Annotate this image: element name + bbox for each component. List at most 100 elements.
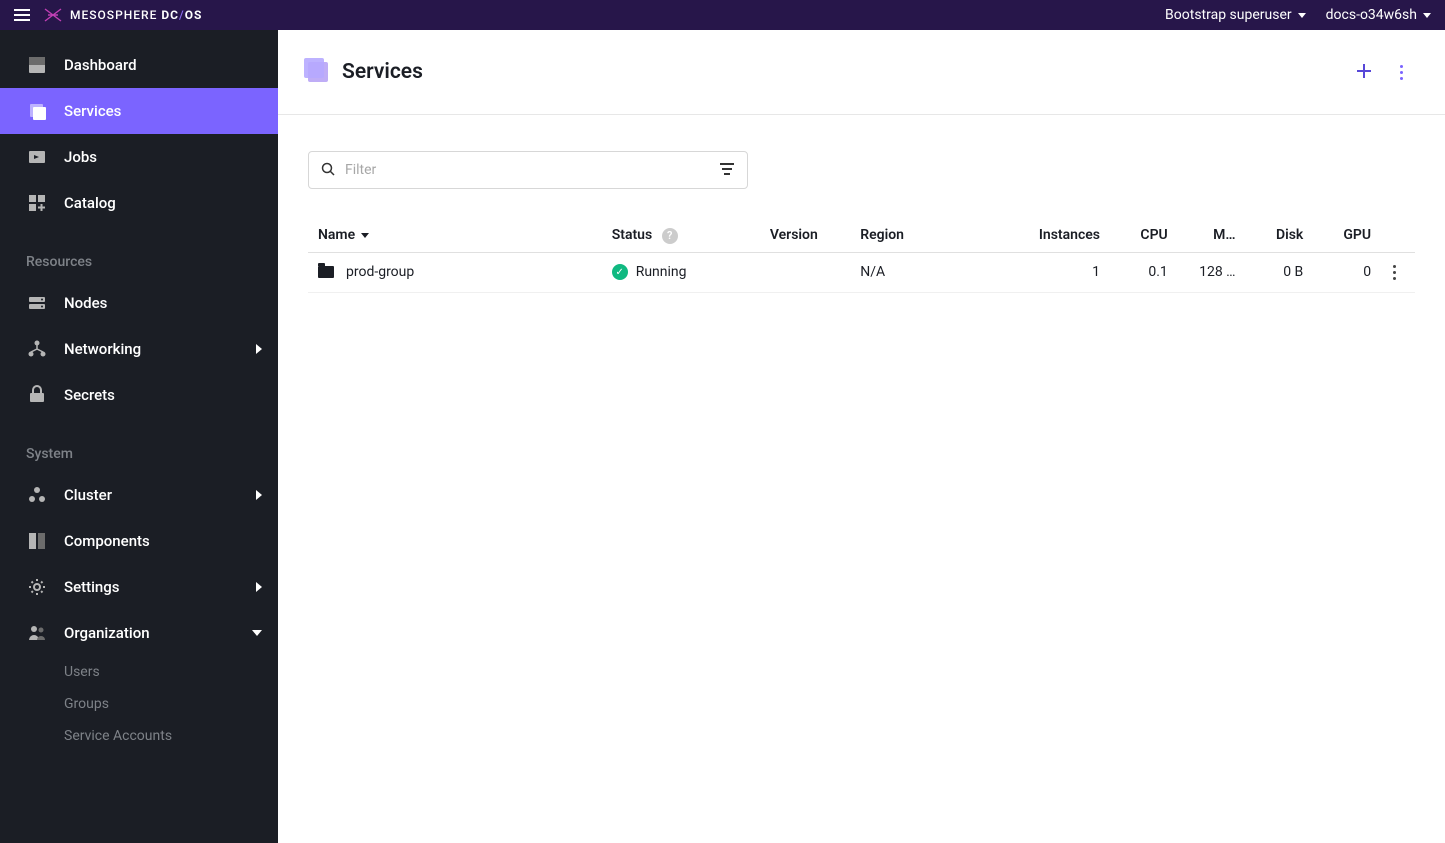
brand-logo-icon	[44, 8, 62, 22]
folder-icon	[318, 266, 334, 278]
sidebar-item-label: Jobs	[64, 148, 97, 166]
sidebar: Dashboard Services Jobs Catalog Resource…	[0, 30, 278, 843]
page-actions-menu[interactable]	[1398, 63, 1405, 82]
kebab-icon	[1398, 63, 1405, 82]
sidebar-item-label: Services	[64, 102, 121, 120]
funnel-icon	[719, 162, 735, 176]
table-row[interactable]: prod-group ✓ Running N/A 1 0.1	[308, 252, 1415, 292]
topbar-right: Bootstrap superuser docs-o34w6sh	[1165, 7, 1431, 23]
brand-text-3: OS	[185, 8, 203, 22]
topbar-left: MESOSPHERE DC/OS	[14, 8, 202, 22]
service-name[interactable]: prod-group	[346, 264, 414, 280]
nodes-icon	[26, 292, 48, 314]
sidebar-item-label: Nodes	[64, 294, 107, 312]
page-title: Services	[342, 60, 423, 84]
chevron-down-icon	[252, 630, 262, 636]
components-icon	[26, 530, 48, 552]
column-label: Name	[318, 227, 355, 243]
sidebar-item-label: Networking	[64, 340, 141, 358]
catalog-icon	[26, 192, 48, 214]
sidebar-subitem-service-accounts[interactable]: Service Accounts	[0, 720, 278, 752]
row-actions-menu[interactable]	[1391, 263, 1405, 282]
services-table: Name Status ? Version Region Instances C…	[308, 219, 1415, 293]
column-header-instances[interactable]: Instances	[997, 219, 1110, 252]
table-header-row: Name Status ? Version Region Instances C…	[308, 219, 1415, 252]
column-label: Version	[770, 227, 818, 243]
kebab-icon	[1391, 263, 1405, 282]
sidebar-item-catalog[interactable]: Catalog	[0, 180, 278, 226]
column-header-region[interactable]: Region	[850, 219, 997, 252]
cell-gpu: 0	[1313, 252, 1381, 292]
sidebar-subitem-label: Users	[64, 664, 100, 680]
column-header-mem[interactable]: M…	[1178, 219, 1246, 252]
column-header-gpu[interactable]: GPU	[1313, 219, 1381, 252]
cluster-icon	[26, 484, 48, 506]
main-content: Services	[278, 30, 1445, 843]
sidebar-item-label: Dashboard	[64, 56, 137, 74]
cell-cpu: 0.1	[1110, 252, 1178, 292]
cluster-dropdown[interactable]: docs-o34w6sh	[1326, 7, 1431, 23]
sidebar-item-organization[interactable]: Organization	[0, 610, 278, 656]
column-header-cpu[interactable]: CPU	[1110, 219, 1178, 252]
search-icon	[321, 161, 335, 180]
sidebar-subitem-groups[interactable]: Groups	[0, 688, 278, 720]
sidebar-item-jobs[interactable]: Jobs	[0, 134, 278, 180]
filter-box	[308, 151, 748, 189]
cell-region: N/A	[850, 252, 997, 292]
filter-input[interactable]	[345, 162, 719, 178]
caret-down-icon	[1298, 13, 1306, 18]
sidebar-subitem-label: Service Accounts	[64, 728, 172, 744]
column-label: Region	[860, 227, 904, 243]
user-dropdown[interactable]: Bootstrap superuser	[1165, 7, 1306, 23]
brand-text-1: MESOSPHERE	[70, 8, 157, 22]
sidebar-section-resources: Resources	[0, 244, 278, 280]
cluster-label: docs-o34w6sh	[1326, 7, 1417, 23]
sidebar-section-system: System	[0, 436, 278, 472]
menu-toggle-button[interactable]	[14, 9, 30, 21]
sidebar-item-label: Catalog	[64, 194, 116, 212]
sidebar-item-label: Secrets	[64, 386, 115, 404]
sidebar-item-networking[interactable]: Networking	[0, 326, 278, 372]
chevron-right-icon	[256, 344, 262, 354]
sidebar-item-dashboard[interactable]: Dashboard	[0, 42, 278, 88]
column-header-name[interactable]: Name	[308, 219, 602, 252]
sidebar-item-cluster[interactable]: Cluster	[0, 472, 278, 518]
help-icon[interactable]: ?	[662, 228, 678, 244]
status-running-icon: ✓	[612, 264, 628, 280]
jobs-icon	[26, 146, 48, 168]
topbar: MESOSPHERE DC/OS Bootstrap superuser doc…	[0, 0, 1445, 30]
column-header-status[interactable]: Status ?	[602, 219, 760, 252]
services-page-icon	[308, 62, 328, 82]
column-label: Instances	[1039, 227, 1100, 243]
filter-options-button[interactable]	[719, 161, 735, 180]
sidebar-subitem-users[interactable]: Users	[0, 656, 278, 688]
cell-mem: 128 …	[1178, 252, 1246, 292]
column-label: CPU	[1140, 227, 1167, 243]
caret-down-icon	[1423, 13, 1431, 18]
column-label: GPU	[1343, 227, 1371, 243]
sidebar-item-settings[interactable]: Settings	[0, 564, 278, 610]
organization-icon	[26, 622, 48, 644]
sort-descending-icon	[361, 233, 369, 238]
networking-icon	[26, 338, 48, 360]
filter-area	[278, 115, 1445, 189]
status-text: Running	[636, 264, 687, 280]
brand-text: MESOSPHERE DC/OS	[70, 8, 202, 22]
column-header-version[interactable]: Version	[760, 219, 850, 252]
cell-instances: 1	[997, 252, 1110, 292]
column-header-disk[interactable]: Disk	[1246, 219, 1314, 252]
cell-status: ✓ Running	[602, 252, 760, 292]
cell-version	[760, 252, 850, 292]
sidebar-item-nodes[interactable]: Nodes	[0, 280, 278, 326]
sidebar-item-components[interactable]: Components	[0, 518, 278, 564]
services-icon	[26, 100, 48, 122]
column-label: Disk	[1276, 227, 1303, 243]
sidebar-item-services[interactable]: Services	[0, 88, 278, 134]
plus-icon	[1356, 63, 1372, 79]
brand-text-2: DC	[161, 8, 179, 22]
chevron-right-icon	[256, 582, 262, 592]
user-label: Bootstrap superuser	[1165, 7, 1292, 23]
add-service-button[interactable]	[1356, 60, 1372, 84]
column-label: Status	[612, 227, 652, 243]
sidebar-item-secrets[interactable]: Secrets	[0, 372, 278, 418]
